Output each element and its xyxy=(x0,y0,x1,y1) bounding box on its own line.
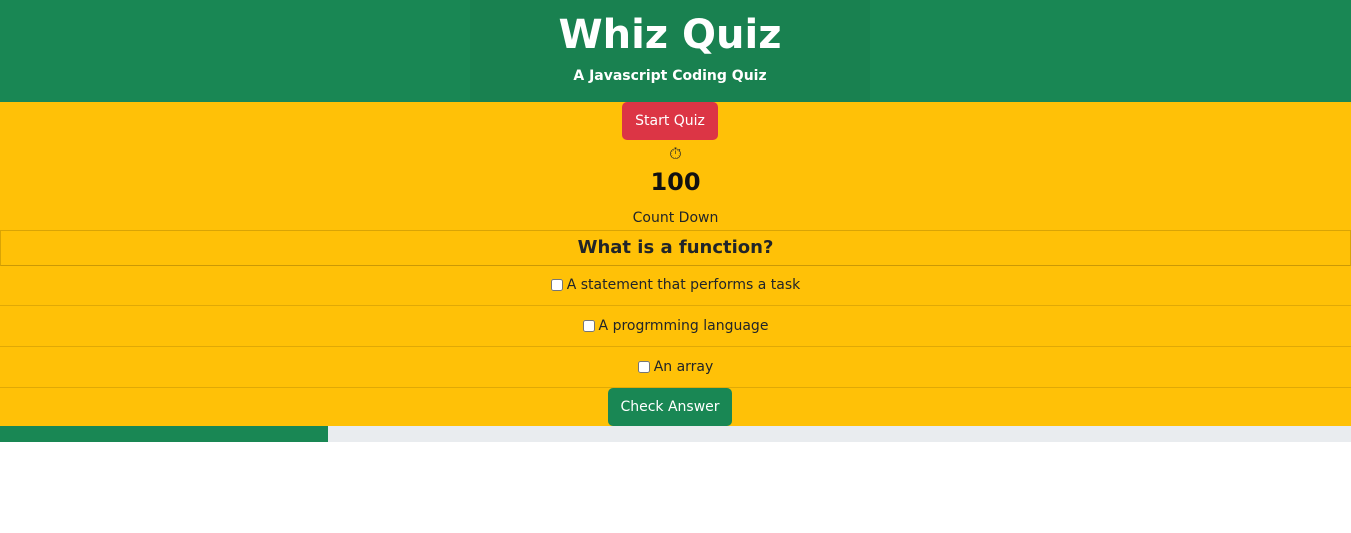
answer-checkbox[interactable] xyxy=(637,361,650,373)
answer-checkbox[interactable] xyxy=(550,279,563,291)
progress-bar xyxy=(0,426,1351,442)
countdown-label: Count Down xyxy=(632,210,719,226)
question-box: What is a function? xyxy=(0,230,1351,266)
answer-label: A progrmming language xyxy=(598,318,769,334)
check-answer-button[interactable]: Check Answer xyxy=(608,388,732,426)
progress-fill xyxy=(0,426,329,442)
answer-option[interactable]: A progrmming language xyxy=(0,306,1351,347)
answer-checkbox[interactable] xyxy=(582,320,595,332)
header: Whiz Quiz A Javascript Coding Quiz xyxy=(0,0,1351,102)
page-subtitle: A Javascript Coding Quiz xyxy=(573,68,767,84)
answer-label: A statement that performs a task xyxy=(566,277,801,293)
answer-list: A statement that performs a task A progr… xyxy=(0,265,1351,388)
page-title: Whiz Quiz xyxy=(558,12,782,58)
start-quiz-button[interactable]: Start Quiz xyxy=(622,102,718,140)
answer-option[interactable]: A statement that performs a task xyxy=(0,265,1351,306)
answer-option[interactable]: An array xyxy=(0,347,1351,388)
countdown-value: 100 xyxy=(650,168,701,196)
answer-label: An array xyxy=(653,359,714,375)
header-banner: Whiz Quiz A Javascript Coding Quiz xyxy=(470,0,870,102)
question-text: What is a function? xyxy=(577,237,774,258)
stopwatch-icon: ⏱ xyxy=(669,144,682,163)
quiz-panel: Start Quiz ⏱ 100 Count Down What is a fu… xyxy=(0,102,1351,426)
